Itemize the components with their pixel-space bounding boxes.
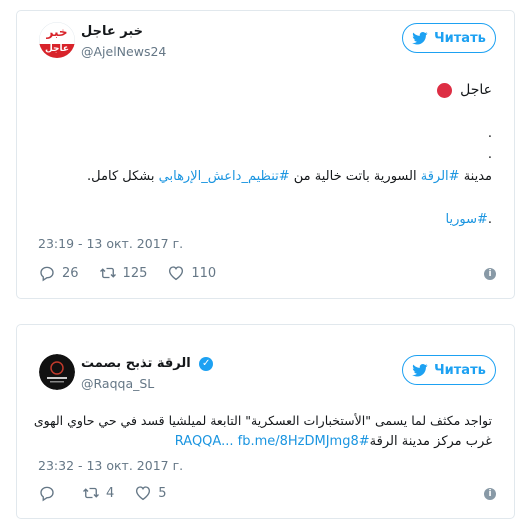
logo-text-top: خبر — [46, 25, 68, 39]
tweet-dot-line: . — [487, 147, 492, 162]
logo-text-bottom: عاجل — [44, 44, 70, 54]
tweet-timestamp[interactable]: 23:19 - 13 окт. 2017 г. — [38, 236, 183, 251]
hashtag-raqqa[interactable]: #الرقة — [421, 169, 460, 184]
red-circle-icon — [436, 82, 452, 98]
reply-icon — [40, 266, 54, 282]
tweet-text-line: تواجد مكثف لما يسمى "الأستخبارات العسكري… — [33, 413, 492, 428]
info-icon[interactable]: i — [484, 488, 496, 500]
author-name[interactable]: ✓ الرقة تذبح بصمت — [81, 356, 214, 371]
retweet-count: 4 — [106, 485, 115, 501]
hashtag-isis[interactable]: #تنظيم_داعش_الإرهابي — [159, 169, 290, 184]
text-segment: السورية باتت خالية من — [289, 169, 421, 184]
author-name-text: الرقة تذبح بصمت — [81, 356, 191, 371]
text-urgent: عاجل — [460, 82, 492, 98]
like-action[interactable]: 110 — [167, 264, 216, 282]
retweet-count: 125 — [122, 265, 148, 281]
follow-label: Читать — [434, 362, 486, 378]
reply-icon — [40, 486, 54, 502]
tweet-dot-line: . — [487, 126, 492, 141]
retweet-action[interactable]: 125 — [99, 264, 148, 282]
text-segment: مدينة — [459, 169, 492, 184]
follow-button[interactable]: Читать — [402, 23, 496, 53]
hashtag-syria[interactable]: #سوريا — [446, 212, 488, 227]
reply-action[interactable]: 26 — [38, 264, 79, 282]
text-segment: غرب مركز مدينة الرقة — [369, 434, 492, 449]
retweet-action[interactable]: 4 — [82, 484, 114, 502]
info-icon[interactable]: i — [484, 268, 496, 280]
tweet-card-raqqa[interactable]: ✓ الرقة تذبح بصمت @Raqqa_SL Читать تواجد… — [16, 324, 515, 519]
tweet-text-line: مدينة #الرقة السورية باتت خالية من #تنظي… — [87, 169, 492, 184]
retweet-icon — [99, 267, 116, 279]
follow-label: Читать — [434, 30, 486, 46]
text-segment: . — [487, 212, 492, 227]
text-segment: بشكل كامل. — [87, 169, 159, 184]
tweet-card-ajelnews[interactable]: خبر عاجل خبر عاجل @AjelNews24 Читать عاج… — [16, 10, 515, 299]
like-count: 5 — [158, 485, 167, 501]
tweet-actions: 4 5 — [38, 484, 187, 502]
author-name[interactable]: خبر عاجل — [81, 24, 143, 39]
twitter-bird-icon — [412, 31, 428, 44]
raqqa-avatar[interactable] — [39, 354, 75, 390]
like-action[interactable]: 5 — [134, 484, 167, 502]
heart-icon — [169, 266, 184, 281]
like-count: 110 — [191, 265, 217, 281]
author-handle[interactable]: @Raqqa_SL — [81, 376, 154, 391]
tweet-text-line: غرب مركز مدينة الرقة#RAQQA... fb.me/8HzD… — [175, 434, 492, 449]
retweet-icon — [83, 487, 99, 499]
follow-button[interactable]: Читать — [402, 355, 496, 385]
tweet-text-line: عاجل — [436, 82, 492, 98]
link-ellipsis[interactable]: ... — [221, 434, 238, 449]
twitter-bird-icon — [412, 363, 428, 376]
author-handle[interactable]: @AjelNews24 — [81, 44, 166, 59]
heart-icon — [136, 486, 151, 501]
tweet-timestamp[interactable]: 23:32 - 13 окт. 2017 г. — [38, 458, 183, 473]
reply-action[interactable] — [38, 484, 62, 502]
verified-badge-icon: ✓ — [199, 356, 214, 371]
ajelnews-avatar[interactable]: خبر عاجل — [39, 22, 75, 58]
facebook-link[interactable]: fb.me/8HzDMJmg8 — [238, 434, 359, 449]
tweet-actions: 26 125 110 — [38, 264, 236, 282]
reply-count: 26 — [62, 265, 79, 281]
tweet-text-line: .#سوريا — [446, 212, 493, 227]
